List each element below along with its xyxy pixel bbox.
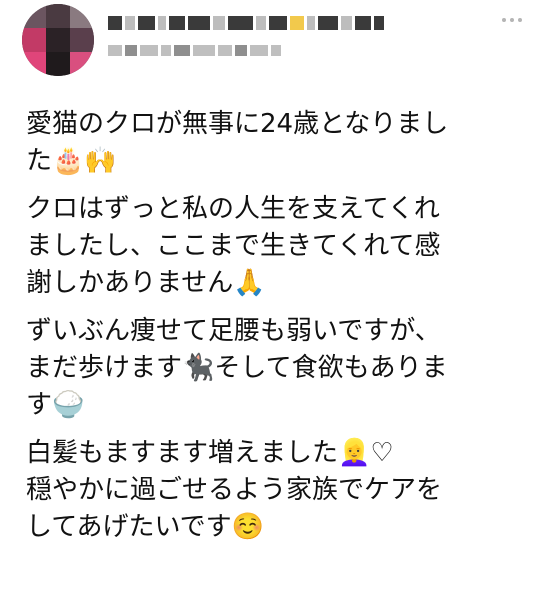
text-line: してあげたいです☺️ <box>26 512 265 542</box>
text-line: す🍚 <box>26 390 85 420</box>
text-line: た🎂🙌 <box>26 146 117 176</box>
post-paragraph: 白髪もますます増えました👱‍♀️♡ 穏やかに過ごせるよう家族でケアを してあげた… <box>26 435 526 546</box>
text-line: ましたし、ここまで生きてくれて感 <box>26 231 441 261</box>
post-paragraph: クロはずっと私の人生を支えてくれ ましたし、ここまで生きてくれて感 謝しかありま… <box>26 191 526 302</box>
text-line: 白髪もますます増えました👱‍♀️♡ <box>26 438 394 468</box>
post-paragraph: 愛猫のクロが無事に24歳となりまし た🎂🙌 <box>26 106 526 180</box>
username-redacted[interactable] <box>108 42 284 58</box>
text-line: ずいぶん痩せて足腰も弱いですが、 <box>26 316 441 346</box>
text-line: クロはずっと私の人生を支えてくれ <box>26 194 440 224</box>
text-line: 穏やかに過ごせるよう家族でケアを <box>26 475 443 505</box>
display-name-redacted[interactable] <box>108 14 385 32</box>
post-body: 愛猫のクロが無事に24歳となりまし た🎂🙌 クロはずっと私の人生を支えてくれ ま… <box>26 106 526 546</box>
post-header <box>0 0 550 90</box>
text-line: まだ歩けます🐈‍⬛そして食欲もありま <box>26 353 448 383</box>
text-line: 愛猫のクロが無事に24歳となりまし <box>26 109 449 139</box>
post-paragraph: ずいぶん痩せて足腰も弱いですが、 まだ歩けます🐈‍⬛そして食欲もありま す🍚 <box>26 313 526 424</box>
avatar[interactable] <box>22 4 94 76</box>
text-line: 謝しかありません🙏 <box>26 268 266 298</box>
more-options-icon[interactable] <box>500 14 524 26</box>
